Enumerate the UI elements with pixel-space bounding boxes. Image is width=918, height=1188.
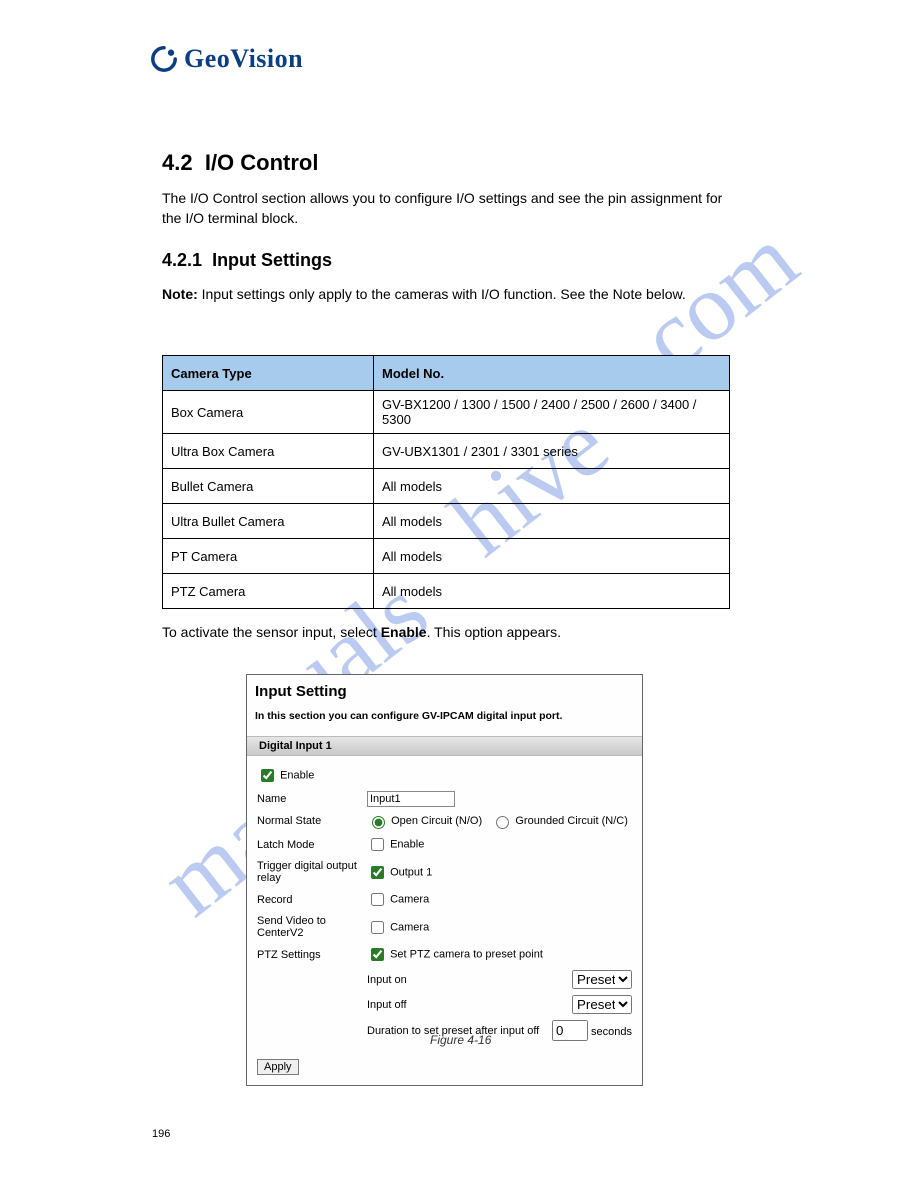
page-number: 196 (152, 1128, 170, 1140)
panel-subtitle: In this section you can configure GV-IPC… (255, 710, 634, 722)
table-row: Ultra Bullet CameraAll models (163, 504, 730, 539)
enable-label: Enable (280, 769, 314, 781)
latch-checkbox-label: Enable (390, 838, 424, 850)
section-heading: 4.2 I/O Control (162, 150, 318, 176)
input-setting-panel: Input Setting In this section you can co… (246, 674, 643, 1086)
figure-caption: Figure 4-16 (430, 1033, 491, 1047)
logo-swirl-icon (150, 45, 178, 73)
brand-text: GeoVision (184, 44, 303, 74)
compatibility-table: Camera Type Model No. Box CameraGV-BX120… (162, 355, 730, 609)
table-row: Ultra Box CameraGV-UBX1301 / 2301 / 3301… (163, 434, 730, 469)
open-circuit-label: Open Circuit (N/O) (391, 815, 482, 827)
enable-checkbox-row: Enable (257, 766, 632, 785)
table-row: Box CameraGV-BX1200 / 1300 / 1500 / 2400… (163, 391, 730, 434)
normal-state-label: Normal State (257, 815, 367, 827)
subsection-note: Note: Input settings only apply to the c… (162, 284, 732, 304)
table-row: PTZ CameraAll models (163, 574, 730, 609)
name-input[interactable] (367, 791, 455, 807)
table-row: Bullet CameraAll models (163, 469, 730, 504)
panel-title: Input Setting (255, 683, 634, 700)
subsection-heading: 4.2.1 Input Settings (162, 250, 332, 271)
record-checkbox-label: Camera (390, 893, 429, 905)
send-label: Send Video to CenterV2 (257, 915, 367, 939)
latch-checkbox[interactable] (371, 838, 384, 851)
grounded-circuit-label: Grounded Circuit (N/C) (515, 815, 627, 827)
page: GeoVision .com hive nuals ma 4.2 I/O Con… (0, 0, 918, 1188)
trigger-label: Trigger digital output relay (257, 860, 367, 884)
open-circuit-radio[interactable] (372, 816, 385, 829)
latch-label: Latch Mode (257, 839, 367, 851)
send-checkbox[interactable] (371, 921, 384, 934)
table-row: PT CameraAll models (163, 539, 730, 574)
apply-button[interactable]: Apply (257, 1059, 299, 1075)
ptz-label: PTZ Settings (257, 949, 367, 961)
name-label: Name (257, 793, 367, 805)
input-on-label: Input on (367, 974, 572, 986)
send-checkbox-label: Camera (390, 921, 429, 933)
output1-label: Output 1 (390, 866, 432, 878)
grounded-circuit-radio[interactable] (496, 816, 509, 829)
ptz-checkbox[interactable] (371, 948, 384, 961)
duration-unit: seconds (591, 1026, 632, 1038)
ptz-checkbox-label: Set PTZ camera to preset point (390, 948, 543, 960)
table-header: Camera Type (163, 356, 374, 391)
panel-section-bar: Digital Input 1 (247, 736, 642, 756)
input-on-select[interactable]: Preset1 (572, 970, 632, 989)
input-off-select[interactable]: Preset2 (572, 995, 632, 1014)
duration-input[interactable] (552, 1020, 588, 1041)
record-checkbox[interactable] (371, 893, 384, 906)
record-label: Record (257, 894, 367, 906)
enable-checkbox[interactable] (261, 769, 274, 782)
output1-checkbox[interactable] (371, 866, 384, 879)
input-off-label: Input off (367, 999, 572, 1011)
subsection-body: To activate the sensor input, select Ena… (162, 622, 732, 642)
brand-logo: GeoVision (150, 44, 303, 74)
section-intro: The I/O Control section allows you to co… (162, 188, 732, 229)
table-header: Model No. (374, 356, 730, 391)
